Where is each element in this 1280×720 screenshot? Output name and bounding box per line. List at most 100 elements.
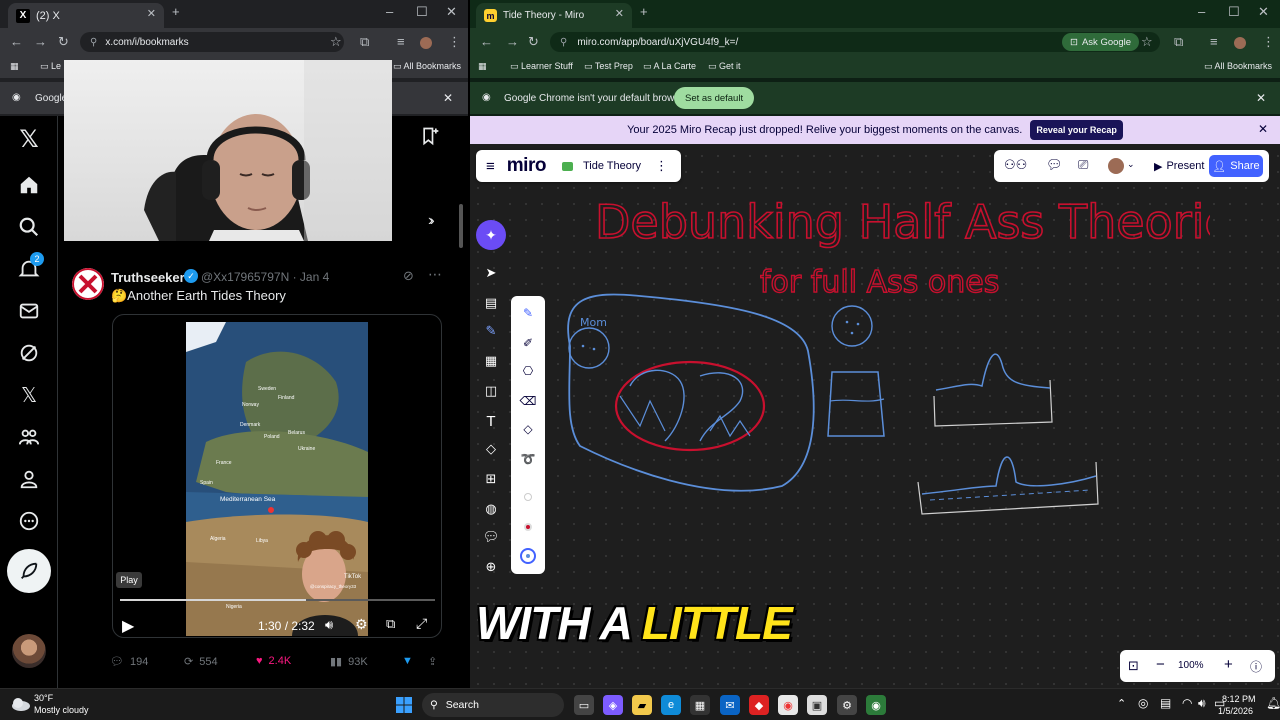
new-tab-icon[interactable]: +: [640, 4, 648, 19]
address-bar[interactable]: ⚲ x.com/i/bookmarks: [80, 32, 344, 52]
start-icon[interactable]: [394, 695, 414, 715]
x-logo-icon[interactable]: 𝕏: [14, 124, 44, 154]
select-cursor-icon[interactable]: ➤: [482, 264, 500, 282]
video-progress-track[interactable]: [120, 599, 435, 601]
notification-bell-icon[interactable]: 🔔︎: [1266, 696, 1280, 710]
present-button[interactable]: ▶ Present: [1154, 155, 1212, 177]
share-icon[interactable]: ⇪: [428, 655, 437, 668]
ai-sparkle-icon[interactable]: ✦: [476, 220, 506, 250]
grok-analyze-icon[interactable]: ⊘: [403, 268, 414, 284]
apps-icon[interactable]: ▦: [10, 61, 19, 72]
taskbar-search[interactable]: ⚲ Search: [422, 693, 564, 717]
bookmark-a-la-carte[interactable]: ▭ A La Carte: [643, 61, 696, 72]
extensions-icon[interactable]: ≡: [397, 34, 405, 49]
back-icon[interactable]: ←: [10, 34, 23, 49]
chrome-active-icon[interactable]: ◉: [866, 695, 886, 715]
side-panel-icon[interactable]: ⧉: [360, 34, 369, 50]
pip-icon[interactable]: ⧉: [386, 616, 395, 632]
tray-app-icon-2[interactable]: ▤: [1160, 696, 1171, 710]
lasso-icon[interactable]: ➰: [519, 450, 537, 468]
app-window-icon[interactable]: ▣: [807, 695, 827, 715]
new-tab-icon[interactable]: +: [172, 4, 180, 19]
reload-icon[interactable]: ↻: [528, 34, 539, 50]
back-icon[interactable]: ←: [480, 34, 493, 49]
whiteboard-sketch[interactable]: Debunking Half Ass Theories for full Ass…: [550, 186, 1210, 606]
bookmark-test-prep[interactable]: ▭ Test Prep: [584, 61, 633, 72]
share-button[interactable]: 👤︎ Share: [1209, 155, 1263, 177]
reply-button[interactable]: 💬︎ 194: [110, 655, 148, 669]
bookmark-add-icon[interactable]: [420, 126, 440, 146]
reveal-recap-button[interactable]: Reveal your Recap: [1030, 120, 1123, 140]
communities-icon[interactable]: [14, 422, 44, 452]
menu-icon[interactable]: ⋮: [1262, 34, 1275, 50]
play-icon[interactable]: ▶: [122, 616, 134, 636]
side-panel-icon[interactable]: ⧉: [1174, 34, 1183, 50]
extensions-icon[interactable]: ≡: [1210, 34, 1218, 49]
comment-icon[interactable]: 💬︎: [482, 528, 500, 546]
copilot-icon[interactable]: ◈: [603, 695, 623, 715]
weather-temp[interactable]: 30°F: [34, 693, 53, 703]
app-red-icon[interactable]: ◆: [749, 695, 769, 715]
like-button[interactable]: ♥ 2.4K: [256, 655, 291, 667]
more-icon[interactable]: [14, 506, 44, 536]
video-player[interactable]: Mediterranean Sea Sweden Finland Norway …: [112, 314, 442, 638]
comments-icon[interactable]: 💬︎: [1046, 157, 1063, 173]
views-button[interactable]: ▮▮ 93K: [330, 655, 368, 669]
author-avatar[interactable]: [72, 268, 104, 300]
bookmark-item[interactable]: ▭ Le: [40, 61, 61, 72]
shapes-icon[interactable]: ◇: [482, 440, 500, 458]
maximize-icon[interactable]: ☐: [1228, 4, 1240, 20]
text-icon[interactable]: T: [482, 412, 500, 430]
pen-icon[interactable]: ✎: [482, 322, 500, 340]
board-name[interactable]: Tide Theory: [583, 160, 641, 172]
help-icon[interactable]: ⓘ: [1250, 658, 1262, 675]
eraser-icon[interactable]: ⌫: [519, 392, 537, 410]
video-call-icon[interactable]: ⎚: [1078, 157, 1088, 173]
volume-icon[interactable]: 🔊︎: [1198, 696, 1206, 711]
next-arrow-icon[interactable]: ›: [428, 212, 433, 230]
hamburger-menu-icon[interactable]: ≡: [486, 158, 495, 175]
weather-icon[interactable]: [10, 692, 32, 714]
bookmark-icon[interactable]: ▼: [402, 655, 413, 667]
pen-tool-icon[interactable]: ✎: [519, 304, 537, 322]
wifi-icon[interactable]: ◠: [1182, 696, 1192, 710]
close-window-icon[interactable]: ✕: [1258, 4, 1269, 20]
bookmark-get-it[interactable]: ▭ Get it: [708, 61, 741, 72]
object-eraser-icon[interactable]: ◇: [519, 420, 537, 438]
color-palette-icon[interactable]: ◍: [482, 500, 500, 518]
task-view-icon[interactable]: ▭: [574, 695, 594, 715]
menu-icon[interactable]: ⋮: [448, 34, 461, 50]
mail-icon[interactable]: ✉: [720, 695, 740, 715]
tab-x[interactable]: X (2) X ✕: [8, 3, 164, 28]
tab-miro[interactable]: m Tide Theory - Miro ✕: [476, 3, 632, 28]
bookmark-learner-stuff[interactable]: ▭ Learner Stuff: [510, 61, 573, 72]
edge-icon[interactable]: e: [661, 695, 681, 715]
reactions-icon[interactable]: ⚇⚇: [1004, 157, 1027, 173]
reload-icon[interactable]: ↻: [58, 34, 69, 50]
weather-desc[interactable]: Mostly cloudy: [34, 705, 89, 715]
clock-date[interactable]: 1/5/2026: [1218, 706, 1253, 716]
app-gear-icon[interactable]: ⚙: [837, 695, 857, 715]
all-bookmarks[interactable]: ▭ All Bookmarks: [393, 61, 461, 72]
color-swatch-white[interactable]: [519, 488, 537, 506]
author-handle[interactable]: @Xx17965797N · Jan 4: [201, 270, 329, 284]
repost-button[interactable]: ⟳ 554: [184, 655, 218, 669]
tray-app-icon[interactable]: ◎: [1138, 696, 1148, 710]
store-icon[interactable]: ▦: [690, 695, 710, 715]
settings-gear-icon[interactable]: ⚙: [355, 616, 368, 633]
zoom-in-icon[interactable]: +: [1224, 656, 1233, 673]
minimize-icon[interactable]: –: [1198, 4, 1205, 19]
set-default-button[interactable]: Set as default: [674, 87, 755, 109]
author-name[interactable]: Truthseeker: [111, 270, 185, 285]
scrollbar-thumb[interactable]: [459, 204, 463, 248]
close-infobar-icon[interactable]: ✕: [1256, 91, 1266, 105]
clock-time[interactable]: 8:12 PM: [1222, 694, 1256, 704]
grok-icon[interactable]: [14, 338, 44, 368]
close-tab-icon[interactable]: ✕: [615, 7, 624, 20]
account-avatar[interactable]: [12, 634, 46, 668]
minimize-icon[interactable]: –: [386, 4, 393, 19]
fullscreen-icon[interactable]: ⤢: [416, 615, 427, 632]
bookmark-star-icon[interactable]: ☆: [1141, 34, 1153, 50]
maximize-icon[interactable]: ☐: [416, 4, 428, 20]
smart-draw-icon[interactable]: ⎔: [519, 362, 537, 380]
